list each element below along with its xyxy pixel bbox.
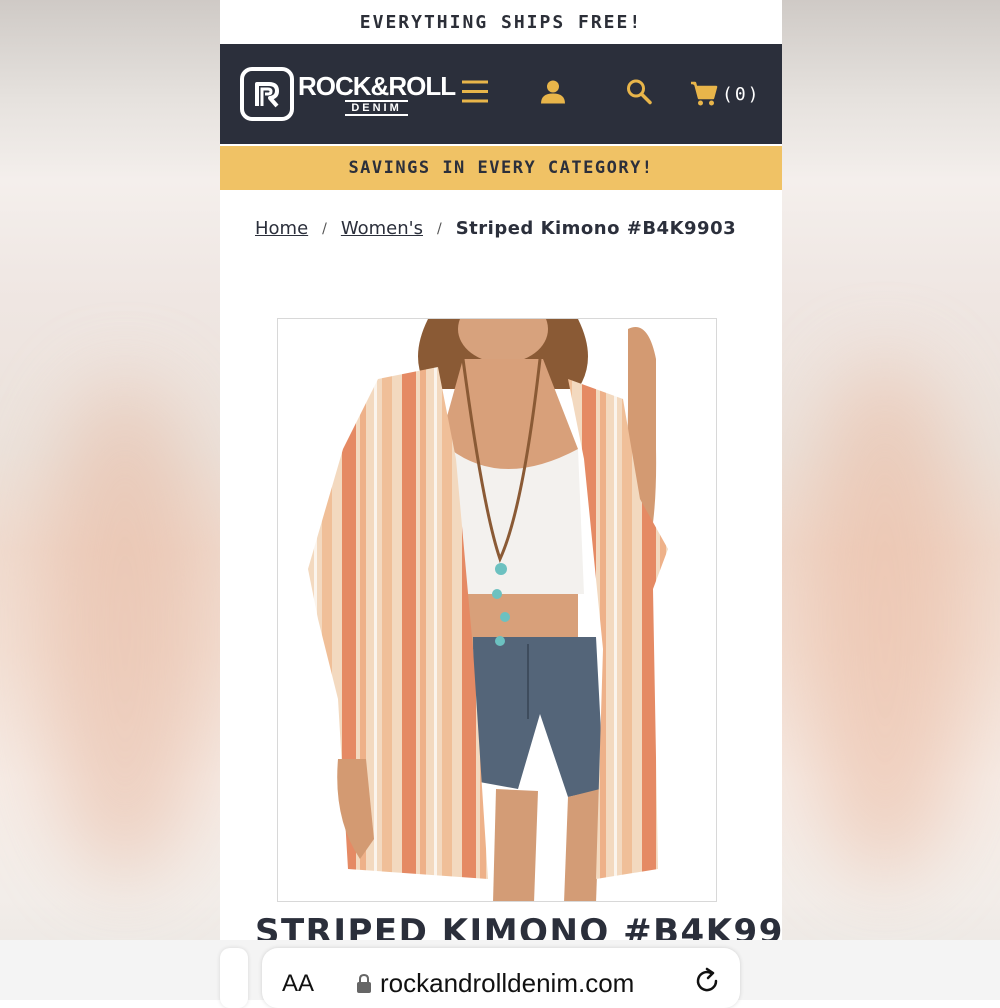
account-icon[interactable] <box>540 79 566 110</box>
cart-icon <box>691 81 718 106</box>
prev-tab-pill[interactable] <box>220 948 248 1008</box>
ships-free-banner: EVERYTHING SHIPS FREE! <box>220 0 782 44</box>
url-text[interactable]: rockandrolldenim.com <box>380 968 634 999</box>
product-photo <box>278 319 716 901</box>
right-background-blur <box>780 0 1000 1000</box>
brand-sub: DENIM <box>345 99 408 116</box>
breadcrumb-current: Striped Kimono #B4K9903 <box>455 218 737 239</box>
search-icon[interactable] <box>626 79 652 110</box>
logo-badge-icon <box>240 67 294 121</box>
breadcrumb-separator: / <box>322 220 327 237</box>
breadcrumb: Home / Women's / Striped Kimono #B4K9903 <box>255 218 736 239</box>
brand-name: ROCK&ROLL <box>298 70 456 101</box>
brand-logo[interactable]: ROCK&ROLL DENIM <box>240 67 456 121</box>
main-nav: ROCK&ROLL DENIM (0) <box>220 44 782 144</box>
savings-banner[interactable]: SAVINGS IN EVERY CATEGORY! <box>220 146 782 190</box>
reload-icon[interactable] <box>692 966 722 1001</box>
breadcrumb-womens[interactable]: Women's <box>341 218 423 239</box>
mobile-page: EVERYTHING SHIPS FREE! ROCK&ROLL DENIM (… <box>220 0 782 1000</box>
product-image[interactable] <box>277 318 717 902</box>
menu-icon[interactable] <box>462 80 488 109</box>
cart-count: (0) <box>722 83 761 105</box>
left-background-blur <box>0 0 220 1000</box>
breadcrumb-separator: / <box>436 220 442 237</box>
reader-settings-button[interactable]: AA <box>282 970 314 998</box>
breadcrumb-home[interactable]: Home <box>255 218 308 239</box>
lock-icon <box>356 973 372 999</box>
cart-button[interactable]: (0) <box>690 81 761 107</box>
